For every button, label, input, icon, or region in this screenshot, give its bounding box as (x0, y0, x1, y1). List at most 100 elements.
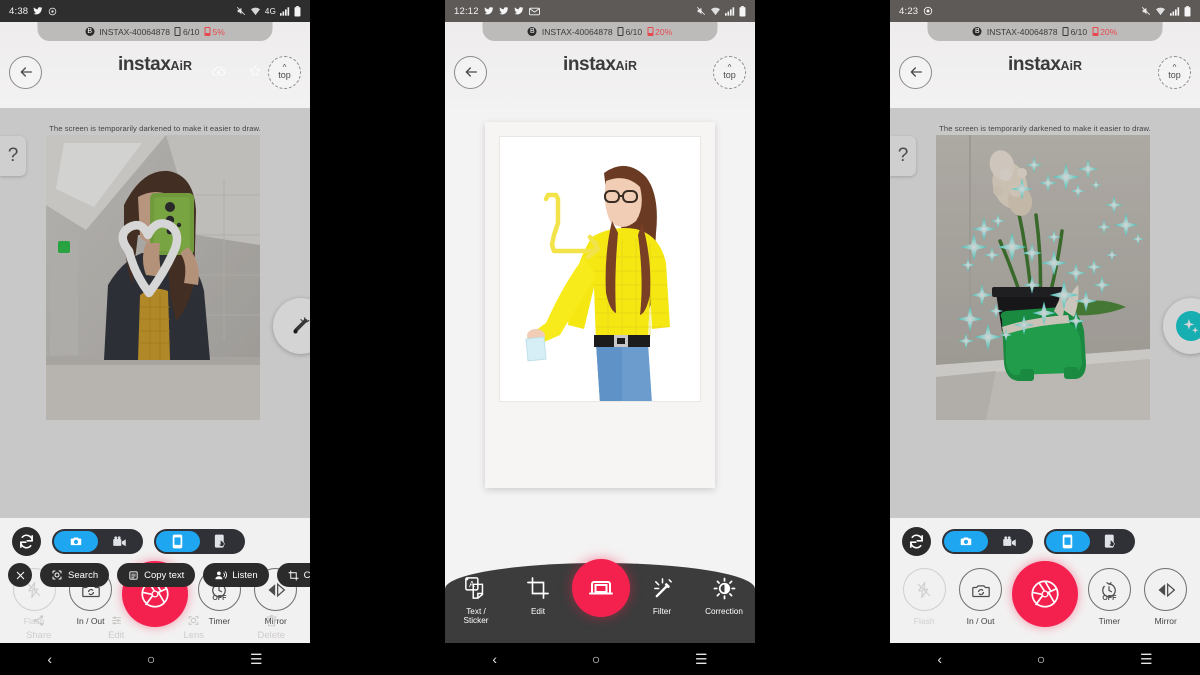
lens-listen-pill[interactable]: Listen (203, 563, 269, 587)
device-name: INSTAX-40064878 (541, 26, 613, 37)
nav-back-icon[interactable]: ‹ (47, 651, 52, 667)
correction-label: Correction (705, 607, 743, 616)
listen-icon (214, 570, 228, 581)
tap-hand-icon[interactable] (1090, 531, 1134, 552)
android-status-bar: 4:38 4G (0, 0, 310, 22)
polaroid-photo (499, 136, 701, 402)
nav-home-icon[interactable]: ○ (1037, 651, 1045, 667)
mirror-button[interactable]: Mirror (1139, 568, 1193, 626)
instax-header: B INSTAX-40064878 6/10 5% ^ top instaxAi… (0, 22, 310, 108)
nav-back-icon[interactable]: ‹ (492, 651, 497, 667)
photo-bulldog-planter (936, 135, 1150, 420)
bluetooth-icon: B (972, 27, 982, 36)
edit-button[interactable]: Edit (88, 612, 144, 641)
in-out-label: In / Out (966, 616, 995, 626)
lens-copytext-label: Copy text (144, 569, 185, 581)
nav-recents-icon[interactable]: ☰ (695, 651, 708, 668)
wifi-icon (250, 7, 261, 16)
android-nav-bar: ‹ ○ ☰ (445, 643, 755, 675)
print-button[interactable] (572, 559, 630, 617)
top-label: top (723, 70, 736, 80)
timer-button[interactable]: OFF Timer (1082, 568, 1136, 626)
phone-portrait-icon[interactable] (1046, 530, 1090, 552)
edit-sliders-icon (88, 612, 144, 628)
correction-button[interactable]: Correction (696, 573, 752, 616)
video-camera-icon[interactable] (988, 531, 1032, 552)
bluetooth-icon: B (85, 27, 95, 36)
share-button[interactable]: Share (11, 612, 67, 641)
photo-yellow-sweater (500, 137, 700, 401)
nav-home-icon[interactable]: ○ (592, 651, 600, 667)
photo-video-toggle[interactable] (942, 528, 1033, 554)
sparkle-icon (1176, 310, 1200, 341)
phone-panel-draw: 4:38 4G B INSTAX-40064878 6/10 5% ^ top … (0, 0, 310, 675)
nav-recents-icon[interactable]: ☰ (250, 651, 263, 668)
header-row: ^ top (890, 46, 1200, 98)
camera-flip-button[interactable]: In / Out (954, 568, 1008, 626)
lens-search-icon (51, 569, 63, 581)
twitter-icon (33, 6, 43, 16)
status-clock: 4:38 (9, 5, 29, 17)
canvas-stage: The screen is temporarily darkened to ma… (890, 108, 1200, 543)
flash-label: Flash (913, 616, 935, 626)
android-nav-bar: ‹ ○ ☰ (890, 643, 1200, 675)
timer-label: Timer (1098, 616, 1121, 626)
delete-button[interactable]: Delete (243, 612, 299, 641)
wifi-icon (710, 7, 721, 16)
crop-edit-button[interactable]: Edit (510, 573, 566, 616)
instax-header: B INSTAX-40064878 6/10 20% ^ top instaxA… (890, 22, 1200, 108)
back-button[interactable] (899, 55, 932, 89)
trash-icon (243, 612, 299, 628)
twitter-icon (499, 6, 509, 16)
sticker-tool-button[interactable] (1163, 297, 1200, 354)
scroll-to-top-button[interactable]: ^ top (1158, 55, 1191, 89)
photo-mirror-selfie (46, 135, 260, 420)
filter-button[interactable]: Filter (634, 573, 690, 616)
lens-search-pill[interactable]: Search (40, 563, 110, 587)
scroll-to-top-button[interactable]: ^ top (268, 55, 301, 89)
help-button[interactable]: ? (0, 136, 26, 176)
status-right (696, 5, 746, 17)
back-button[interactable] (454, 55, 487, 89)
lens-copytext-pill[interactable]: Copy text (117, 563, 196, 587)
lens-close-button[interactable] (8, 563, 32, 587)
cloud-download-icon[interactable] (211, 65, 226, 78)
lens-button[interactable]: Lens (166, 612, 222, 641)
text-sticker-button[interactable]: A Text / Sticker (448, 573, 504, 626)
back-button[interactable] (9, 55, 42, 89)
lens-listen-label: Listen (232, 569, 258, 581)
refresh-button[interactable] (902, 526, 931, 556)
battery-low-icon (647, 27, 654, 36)
shutter-button[interactable] (1010, 561, 1080, 627)
mail-icon (528, 7, 540, 16)
star-icon[interactable] (248, 64, 262, 78)
printer-icon (572, 559, 630, 617)
photo-camera-icon[interactable] (944, 530, 988, 552)
status-clock: 12:12 (454, 5, 479, 17)
google-lens-overlay: Search Copy text Listen C Share Edit Len… (0, 518, 310, 643)
nav-recents-icon[interactable]: ☰ (1140, 651, 1153, 668)
polaroid-preview[interactable] (485, 122, 715, 488)
brightness-icon (696, 573, 752, 603)
twitter-icon (484, 6, 494, 16)
pen-tool-button[interactable] (273, 297, 310, 354)
help-button[interactable]: ? (890, 136, 916, 176)
text-sticker-icon: A (448, 573, 504, 603)
status-left: 4:38 (9, 6, 57, 17)
wifi-icon (1155, 7, 1166, 16)
header-row: ^ top (0, 46, 310, 98)
android-status-bar: 12:12 (445, 0, 755, 22)
edit-toolbar: A Text / Sticker Edit Filter Correction (445, 559, 755, 643)
film-icon (174, 27, 181, 36)
flash-button[interactable]: Flash (897, 568, 951, 626)
nav-back-icon[interactable]: ‹ (937, 651, 942, 667)
print-mode-toggle[interactable] (1044, 528, 1135, 554)
nav-home-icon[interactable]: ○ (147, 651, 155, 667)
shutter-icon (1011, 561, 1078, 627)
scroll-to-top-button[interactable]: ^ top (713, 55, 746, 89)
photo-preview[interactable] (936, 135, 1150, 420)
phone-panel-print: 12:12 B INSTAX-40064878 6/10 20% ^ top i… (445, 0, 755, 675)
photo-preview[interactable] (46, 135, 260, 420)
printer-battery: 20% (1092, 27, 1117, 37)
lens-crop-pill[interactable]: C (276, 563, 310, 587)
